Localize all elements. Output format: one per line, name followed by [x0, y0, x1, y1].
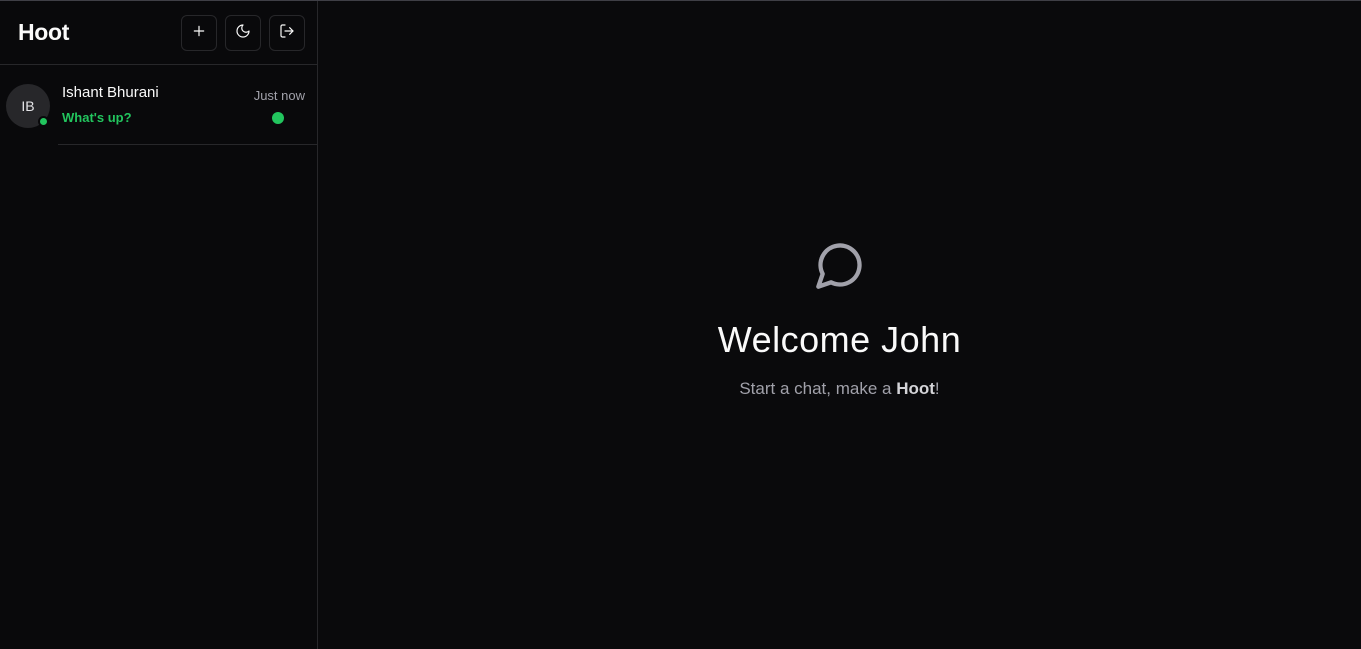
welcome-subtitle: Start a chat, make a Hoot!: [739, 379, 939, 399]
chat-contact-name: Ishant Bhurani: [62, 84, 159, 101]
chat-list-item[interactable]: IB Ishant Bhurani What's up? Just now: [0, 65, 317, 145]
chat-bubble-icon: [814, 239, 866, 295]
main-panel: Welcome John Start a chat, make a Hoot!: [318, 1, 1361, 649]
unread-indicator: [272, 112, 284, 124]
sidebar-header: Hoot: [0, 1, 317, 65]
chat-timestamp: Just now: [253, 88, 305, 103]
app-window: Hoot IB Ishant Bhurani What's up? Just n…: [0, 0, 1361, 649]
welcome-subtitle-brand: Hoot: [896, 379, 935, 398]
welcome-panel: Welcome John Start a chat, make a Hoot!: [318, 239, 1361, 399]
welcome-subtitle-prefix: Start a chat, make a: [739, 379, 897, 398]
logout-button[interactable]: [269, 14, 305, 51]
theme-toggle-button[interactable]: [225, 14, 261, 51]
header-actions: [181, 14, 305, 51]
plus-icon: [191, 23, 207, 43]
chat-last-message: What's up?: [62, 110, 132, 125]
online-status-indicator: [38, 116, 49, 127]
sidebar: Hoot IB Ishant Bhurani What's up? Just n…: [0, 1, 318, 649]
welcome-subtitle-suffix: !: [934, 379, 940, 398]
new-chat-button[interactable]: [181, 14, 217, 51]
moon-icon: [235, 23, 251, 43]
welcome-title: Welcome John: [717, 319, 962, 360]
logout-icon: [279, 23, 295, 43]
app-brand: Hoot: [18, 19, 70, 45]
